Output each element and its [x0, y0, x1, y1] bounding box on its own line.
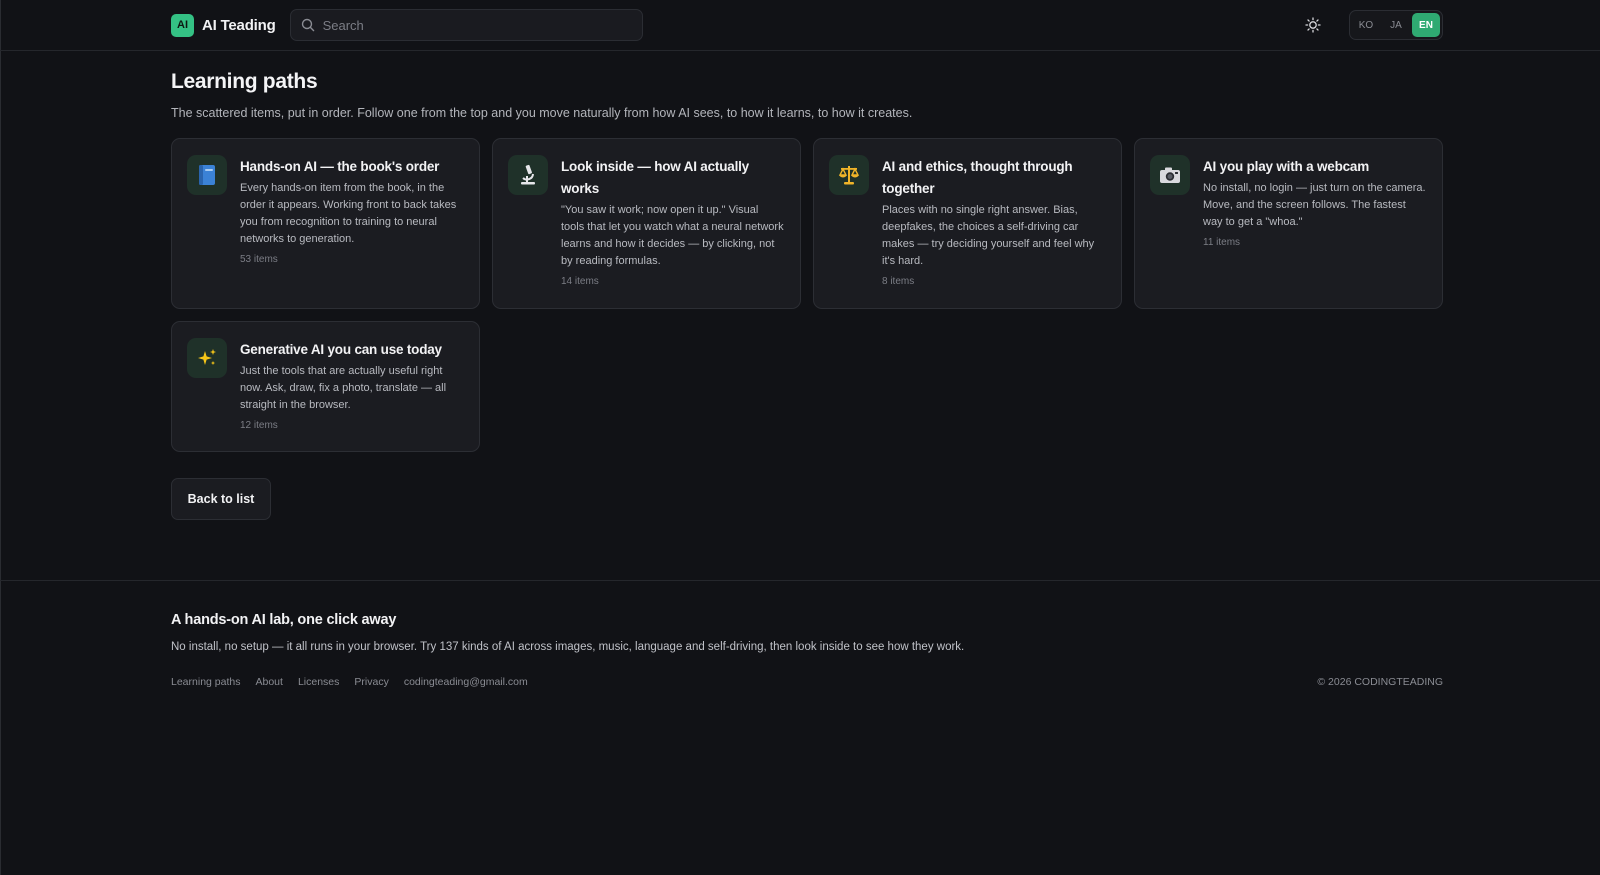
card-description: "You saw it work; now open it up." Visua… — [561, 204, 784, 267]
sun-icon — [1305, 17, 1321, 33]
card-title: AI you play with a webcam — [1203, 159, 1370, 174]
card-item-count: 8 items — [882, 276, 915, 287]
footer-divider — [0, 580, 1600, 581]
logo-text: AI Teading — [202, 16, 276, 34]
path-card-look-inside[interactable]: Look inside — how AI actually works "You… — [492, 138, 801, 309]
path-card-webcam[interactable]: AI you play with a webcam No install, no… — [1134, 138, 1443, 309]
copyright: © 2026 CODINGTEADING — [1317, 676, 1443, 688]
main-content: Learning paths The scattered items, put … — [171, 70, 1443, 520]
card-item-count: 14 items — [561, 276, 599, 287]
card-item-count: 12 items — [240, 420, 278, 431]
page-title: Learning paths — [171, 70, 318, 93]
microscope-icon — [508, 155, 548, 195]
search-input[interactable] — [322, 17, 632, 33]
logo-link[interactable]: AI AI Teading — [171, 13, 276, 37]
sparkles-icon — [187, 338, 227, 378]
learning-path-grid: Hands-on AI — the book's order Every han… — [171, 138, 1443, 452]
search-icon — [301, 18, 314, 32]
path-card-book-order[interactable]: Hands-on AI — the book's order Every han… — [171, 138, 480, 309]
logo-badge: AI — [171, 13, 194, 37]
lang-en-button[interactable]: EN — [1412, 13, 1440, 37]
footer-title: A hands-on AI lab, one click away — [171, 612, 397, 628]
search-box[interactable] — [289, 9, 643, 41]
lang-ko-button[interactable]: KO — [1352, 13, 1380, 37]
card-description: Every hands-on item from the book, in th… — [240, 182, 457, 245]
footer-links: Learning paths About Licenses Privacy co… — [171, 676, 528, 688]
footer-link-about[interactable]: About — [255, 676, 282, 688]
footer-link-email[interactable]: codingteading@gmail.com — [404, 676, 528, 688]
top-bar: AI AI Teading Search KO JA EN — [0, 0, 1600, 51]
card-description: No install, no login — just turn on the … — [1203, 182, 1426, 228]
card-description: Just the tools that are actually useful … — [240, 365, 447, 411]
card-description: Places with no single right answer. Bias… — [882, 204, 1095, 267]
page-subtitle: The scattered items, put in order. Follo… — [171, 106, 913, 120]
theme-toggle-button[interactable] — [1299, 11, 1327, 39]
card-title: Generative AI you can use today — [240, 342, 442, 357]
footer-link-learning-paths[interactable]: Learning paths — [171, 676, 240, 688]
card-title: AI and ethics, thought through together — [882, 159, 1073, 196]
footer-subtitle: No install, no setup — it all runs in yo… — [171, 641, 965, 653]
scales-icon — [829, 155, 869, 195]
book-icon — [187, 155, 227, 195]
card-title: Look inside — how AI actually works — [561, 159, 749, 196]
footer-link-licenses[interactable]: Licenses — [298, 676, 339, 688]
back-to-list-button[interactable]: Back to list — [171, 478, 271, 520]
footer-link-privacy[interactable]: Privacy — [354, 676, 388, 688]
lang-ja-button[interactable]: JA — [1382, 13, 1410, 37]
camera-icon — [1150, 155, 1190, 195]
language-switcher: KO JA EN — [1349, 10, 1443, 40]
path-card-generative-ai[interactable]: Generative AI you can use today Just the… — [171, 321, 480, 452]
window-edge — [0, 0, 1, 875]
card-item-count: 53 items — [240, 254, 278, 265]
path-card-ethics[interactable]: AI and ethics, thought through together … — [813, 138, 1122, 309]
card-title: Hands-on AI — the book's order — [240, 159, 440, 174]
card-item-count: 11 items — [1203, 237, 1241, 248]
footer: A hands-on AI lab, one click away No ins… — [171, 612, 1443, 688]
